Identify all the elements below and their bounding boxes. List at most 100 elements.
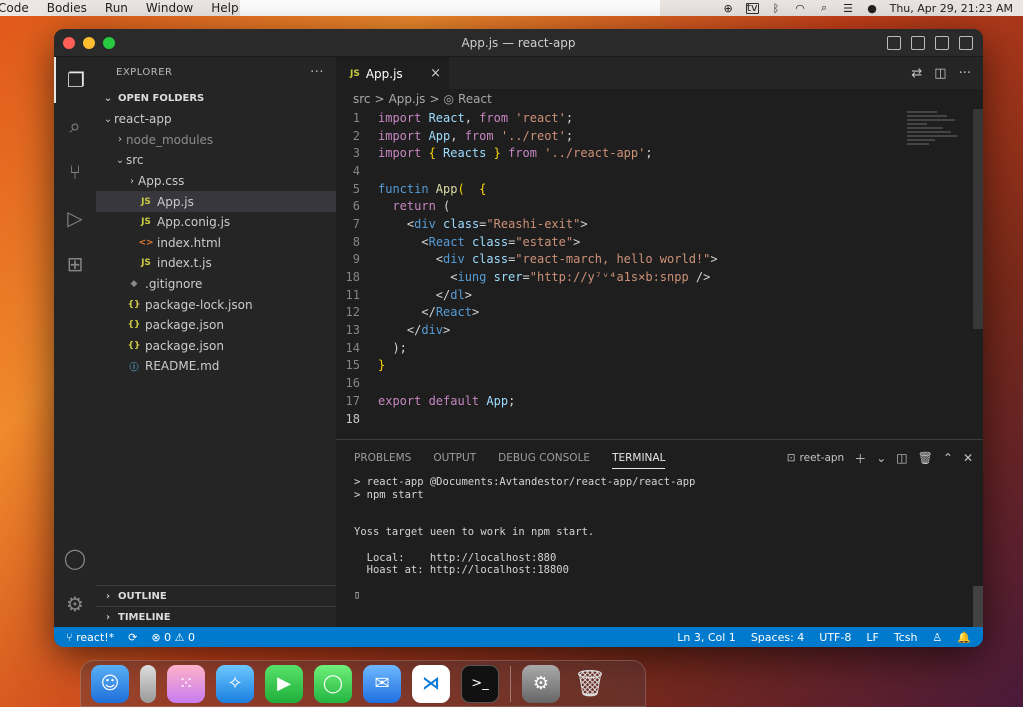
maximize-panel-icon[interactable]: ⌃ <box>943 451 953 465</box>
split-terminal-icon[interactable]: ◫ <box>896 451 907 465</box>
tv-icon[interactable]: tv <box>745 2 759 14</box>
tree-item[interactable]: {} package-lock.json <box>96 294 336 315</box>
encoding[interactable]: UTF-8 <box>819 631 851 644</box>
account-icon[interactable]: ◯ <box>54 535 96 581</box>
menu-bodies[interactable]: Bodies <box>38 0 96 16</box>
add-circle-icon[interactable]: ⊕ <box>722 2 735 15</box>
code-token: functin <box>378 181 436 196</box>
facetime-icon[interactable]: ▶ <box>265 664 303 703</box>
mail-icon[interactable]: ✉ <box>363 664 401 703</box>
editor-scrollbar[interactable] <box>973 109 983 329</box>
cursor-position[interactable]: Ln 3, Col 1 <box>677 631 736 644</box>
tree-item-label: .gitignore <box>145 277 203 292</box>
compare-changes-icon[interactable]: ⇄ <box>911 66 922 81</box>
problems-indicator[interactable]: ⊗ 0 ⚠ 0 <box>151 631 195 644</box>
extensions-icon[interactable]: ⊞ <box>54 241 96 287</box>
system-settings-icon[interactable]: ⚙ <box>522 664 560 703</box>
open-folders-section[interactable]: ⌄ OPEN FOLDERS <box>96 87 336 109</box>
settings-gear-icon[interactable]: ⚙ <box>54 581 96 627</box>
tree-item[interactable]: ⌄ react-app <box>96 109 336 130</box>
language-mode[interactable]: Tcsh <box>894 631 918 644</box>
breadcrumb-src[interactable]: src <box>353 92 371 106</box>
explorer-sidebar: EXPLORER ··· ⌄ OPEN FOLDERS ⌄ react-app › n… <box>96 57 336 627</box>
close-tab-icon[interactable]: × <box>430 66 441 81</box>
more-actions-icon[interactable]: ··· <box>310 65 336 80</box>
safari-icon[interactable]: ✧ <box>216 664 254 703</box>
chevron-down-icon[interactable]: ⌄ <box>876 451 886 465</box>
close-panel-icon[interactable]: ✕ <box>963 451 973 465</box>
tab-output[interactable]: OUTPUT <box>433 452 476 464</box>
tab-app-js[interactable]: JS App.js × <box>336 57 449 89</box>
finder-icon[interactable]: ☺ <box>91 664 129 703</box>
line-ending[interactable]: LF <box>866 631 878 644</box>
minimize-window-button[interactable] <box>83 36 95 49</box>
info-file-icon: ⓘ <box>129 362 139 373</box>
tree-item[interactable]: JS App.js <box>96 191 336 212</box>
tab-debug-console[interactable]: DEBUG CONSOLE <box>498 452 590 464</box>
wifi-icon[interactable]: ◠ <box>794 2 807 15</box>
tree-item[interactable]: JS App.conig.js <box>96 212 336 233</box>
toggle-secondary-sidebar-icon[interactable] <box>935 35 949 50</box>
terminal-icon[interactable]: >_ <box>461 664 499 703</box>
notifications-bell-icon[interactable]: 🔔 <box>957 631 971 644</box>
terminal-output[interactable]: > react-app @Documents:Avtandestor/react… <box>336 476 983 602</box>
tree-item[interactable]: {} package.json <box>96 336 336 357</box>
outline-section[interactable]: › OUTLINE <box>96 585 336 606</box>
tree-item[interactable]: ⓘ README.md <box>96 356 336 377</box>
breadcrumb-file[interactable]: App.js <box>389 92 426 106</box>
search-icon[interactable]: ⌕ <box>818 1 831 14</box>
sync-icon[interactable]: ⟳ <box>128 631 137 644</box>
tree-item[interactable]: <> index.html <box>96 233 336 254</box>
toggle-panel-icon[interactable] <box>911 35 925 50</box>
control-center-icon[interactable]: ☰ <box>842 2 855 15</box>
more-actions-icon[interactable]: ··· <box>959 66 971 81</box>
menu-run[interactable]: Run <box>96 0 137 16</box>
menu-code[interactable]: Code <box>0 0 38 16</box>
tree-item[interactable]: › node_modules <box>96 130 336 151</box>
search-icon[interactable]: ⌕ <box>54 103 96 149</box>
siri-icon[interactable]: ● <box>866 2 879 15</box>
trash-icon[interactable]: 🗑 <box>571 665 609 703</box>
close-window-button[interactable] <box>63 36 75 49</box>
tree-item[interactable]: ⌄ src <box>96 150 336 171</box>
menu-window[interactable]: Window <box>137 0 202 16</box>
indentation[interactable]: Spaces: 4 <box>751 631 804 644</box>
run-debug-icon[interactable]: ▷ <box>54 195 96 241</box>
breadcrumb: src > App.js > ◎ React <box>336 89 983 109</box>
tree-item[interactable]: ◆ .gitignore <box>96 274 336 295</box>
code-token: '../react-app' <box>544 146 646 161</box>
code-token: from <box>479 110 516 125</box>
tab-problems[interactable]: PROBLEMS <box>354 452 411 464</box>
trash-icon[interactable]: 🗑 <box>918 451 933 465</box>
minimap[interactable] <box>907 109 967 169</box>
terminal-selector[interactable]: ⊡ reet-apn <box>787 452 844 464</box>
menubar-clock[interactable]: Thu, Apr 29, 21:23 AM <box>890 2 1013 15</box>
launchpad-pill-icon[interactable] <box>140 664 156 703</box>
code-editor[interactable]: 1 import React, from 'react'; 2 import App,… <box>336 109 983 439</box>
terminal-scrollbar[interactable] <box>973 586 983 628</box>
code-token: > <box>464 287 472 302</box>
code-token: App <box>435 181 458 196</box>
breadcrumb-symbol[interactable]: React <box>458 92 492 106</box>
messages-icon[interactable]: ◯ <box>314 664 352 703</box>
timeline-section[interactable]: › TIMELINE <box>96 606 336 627</box>
new-terminal-icon[interactable]: ＋ <box>854 450 866 467</box>
tree-item-label: App.conig.js <box>157 215 231 230</box>
tree-item[interactable]: › App.css <box>96 171 336 192</box>
source-control-icon[interactable]: ⑂ <box>54 149 96 195</box>
toggle-sidebar-icon[interactable] <box>887 35 901 50</box>
split-editor-icon[interactable]: ◫ <box>934 66 946 81</box>
tree-item[interactable]: {} package.json <box>96 315 336 336</box>
tab-terminal[interactable]: TERMINAL <box>612 452 666 469</box>
vscode-icon[interactable]: ⋊ <box>412 664 450 703</box>
customize-layout-icon[interactable] <box>959 35 973 50</box>
explorer-icon[interactable]: ❐ <box>54 57 96 103</box>
branch-indicator[interactable]: ⑂ react!* <box>66 631 114 644</box>
launchpad-icon[interactable]: ⁙ <box>167 664 205 703</box>
maximize-window-button[interactable] <box>103 36 115 49</box>
bluetooth-icon[interactable]: ᛒ <box>770 2 783 15</box>
tree-item[interactable]: JS index.t.js <box>96 253 336 274</box>
accounts-icon[interactable]: ♙ <box>932 631 942 644</box>
